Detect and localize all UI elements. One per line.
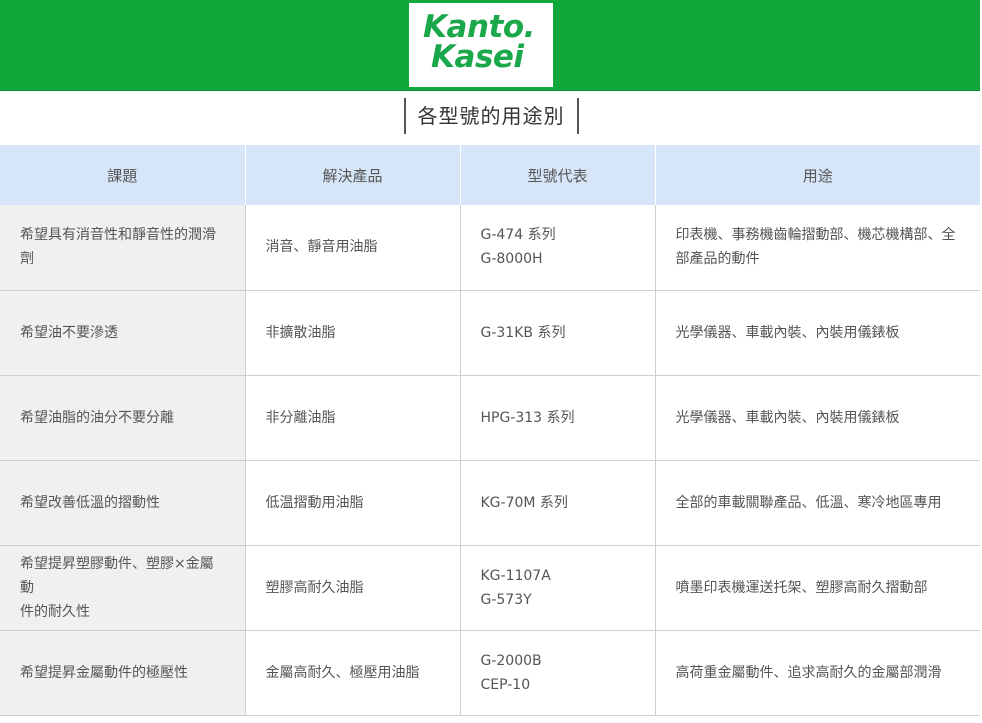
model-text: KG-1107A (480, 567, 551, 584)
issue-text: 件的耐久性 (20, 603, 90, 620)
usage-text: 光學儀器、車載內裝、內裝用儀錶板 (675, 409, 900, 426)
issue-text: 希望提昇金屬動件的極壓性 (20, 664, 188, 681)
issue-text: 劑 (20, 251, 34, 268)
issue-text: 希望改善低溫的摺動性 (20, 494, 160, 511)
column-header-model: 型號代表 (459, 145, 655, 205)
usage-cell: 高荷重金屬動件、追求高耐久的金屬部潤滑 (655, 630, 980, 716)
issue-text: 希望提昇塑膠動件、塑膠×金屬動 (20, 555, 214, 596)
usage-cell: 噴墨印表機運送托架、塑膠高耐久摺動部 (655, 545, 980, 631)
usage-text: 印表機、事務機齒輪摺動部、機芯機構部、全 (675, 227, 956, 244)
issue-cell: 希望油不要滲透 (0, 290, 246, 376)
model-cell: KG-1107A G-573Y (460, 545, 656, 631)
usage-text: 光學儀器、車載內裝、內裝用儀錶板 (675, 324, 900, 341)
model-text: G-2000B (480, 652, 542, 669)
table-row: 希望改善低溫的摺動性 低温摺動用油脂 KG-70M 系列 全部的車載關聯產品、低… (0, 460, 980, 546)
page-title: 各型號的用途別 (403, 98, 579, 134)
model-cell: G-31KB 系列 (460, 290, 656, 376)
model-cell: G-474 系列 G-8000H (460, 205, 656, 291)
solution-cell: 非擴散油脂 (245, 290, 461, 376)
column-header-solution: 解決產品 (244, 145, 460, 205)
usage-cell: 全部的車載關聯產品、低溫、寒冷地區專用 (655, 460, 980, 546)
usage-text: 噴墨印表機運送托架、塑膠高耐久摺動部 (675, 579, 928, 596)
model-cell: HPG-313 系列 (460, 375, 656, 461)
logo-text-line2: Kasei (431, 39, 524, 75)
usage-cell: 光學儀器、車載內裝、內裝用儀錶板 (655, 290, 980, 376)
section-title-bar: 各型號的用途別 (0, 96, 982, 140)
issue-cell: 希望油脂的油分不要分離 (0, 375, 246, 461)
table-header-row: 課題 解決產品 型號代表 用途 (0, 145, 980, 205)
model-cell: KG-70M 系列 (460, 460, 656, 546)
column-header-issue: 課題 (0, 145, 245, 205)
column-header-usage: 用途 (654, 145, 980, 205)
solution-cell: 低温摺動用油脂 (245, 460, 461, 546)
issue-text: 希望具有消音性和靜音性的潤滑 (20, 227, 216, 244)
table-row: 希望提昇塑膠動件、塑膠×金屬動 件的耐久性 塑膠高耐久油脂 KG-1107A G… (0, 545, 980, 631)
model-text: G-31KB 系列 (480, 324, 566, 341)
table-row: 希望油不要滲透 非擴散油脂 G-31KB 系列 光學儀器、車載內裝、內裝用儀錶板 (0, 290, 980, 376)
issue-cell: 希望提昇塑膠動件、塑膠×金屬動 件的耐久性 (0, 545, 246, 631)
usage-cell: 光學儀器、車載內裝、內裝用儀錶板 (655, 375, 980, 461)
model-text: G-8000H (480, 251, 543, 268)
model-text: CEP-10 (480, 676, 531, 693)
issue-cell: 希望提昇金屬動件的極壓性 (0, 630, 246, 716)
logo-text-line1: Kanto. (423, 9, 535, 45)
table-row: 希望提昇金屬動件的極壓性 金屬高耐久、極壓用油脂 G-2000B CEP-10 … (0, 630, 980, 716)
issue-text: 希望油脂的油分不要分離 (20, 409, 174, 426)
usage-table: 課題 解決產品 型號代表 用途 希望具有消音性和靜音性的潤滑 劑 消音、靜音用油… (0, 145, 980, 716)
model-text: HPG-313 系列 (480, 409, 575, 426)
usage-cell: 印表機、事務機齒輪摺動部、機芯機構部、全 部產品的動件 (655, 205, 980, 291)
kanto-kasei-logo[interactable]: Kanto. Kasei (409, 3, 553, 87)
issue-cell: 希望改善低溫的摺動性 (0, 460, 246, 546)
usage-text: 高荷重金屬動件、追求高耐久的金屬部潤滑 (675, 664, 942, 681)
table-row: 希望具有消音性和靜音性的潤滑 劑 消音、靜音用油脂 G-474 系列 G-800… (0, 205, 980, 291)
model-text: G-573Y (480, 591, 532, 608)
issue-cell: 希望具有消音性和靜音性的潤滑 劑 (0, 205, 246, 291)
solution-cell: 消音、靜音用油脂 (245, 205, 461, 291)
model-cell: G-2000B CEP-10 (460, 630, 656, 716)
table-row: 希望油脂的油分不要分離 非分離油脂 HPG-313 系列 光學儀器、車載內裝、內… (0, 375, 980, 461)
model-text: G-474 系列 (480, 227, 556, 244)
issue-text: 希望油不要滲透 (20, 324, 118, 341)
solution-cell: 塑膠高耐久油脂 (245, 545, 461, 631)
usage-text: 部產品的動件 (675, 251, 760, 268)
model-text: KG-70M 系列 (480, 494, 568, 511)
solution-cell: 金屬高耐久、極壓用油脂 (245, 630, 461, 716)
site-header: Kanto. Kasei (0, 0, 980, 91)
solution-cell: 非分離油脂 (245, 375, 461, 461)
usage-text: 全部的車載關聯產品、低溫、寒冷地區專用 (675, 494, 942, 511)
